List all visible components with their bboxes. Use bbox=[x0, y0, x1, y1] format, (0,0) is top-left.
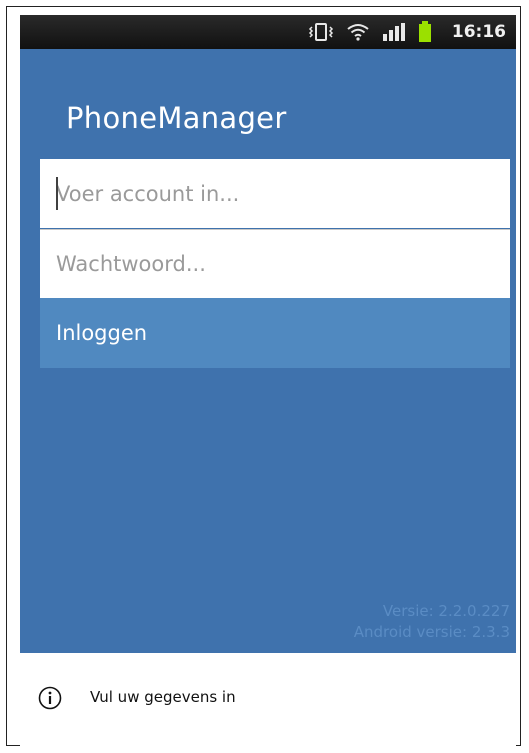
password-placeholder: Wachtwoord... bbox=[56, 252, 206, 276]
text-cursor bbox=[56, 177, 58, 210]
version-info: Versie: 2.2.0.227 Android versie: 2.3.3 bbox=[354, 601, 510, 643]
app-version: Versie: 2.2.0.227 bbox=[382, 602, 510, 620]
info-icon bbox=[38, 686, 62, 710]
account-placeholder: Voer account in... bbox=[56, 181, 240, 206]
app-title: PhoneManager bbox=[66, 101, 287, 135]
status-time: 16:16 bbox=[451, 22, 506, 42]
password-field[interactable]: Wachtwoord... bbox=[40, 229, 510, 298]
wifi-icon bbox=[346, 22, 370, 42]
info-bar: Vul uw gegevens in bbox=[20, 653, 516, 747]
phone-screen: 16:16 PhoneManager Voer account in... Wa… bbox=[20, 15, 516, 747]
status-bar: 16:16 bbox=[20, 15, 516, 49]
battery-icon bbox=[418, 21, 432, 43]
login-button[interactable]: Inloggen bbox=[40, 298, 510, 368]
signal-icon bbox=[382, 22, 406, 42]
vibrate-icon bbox=[308, 22, 334, 42]
android-version: Android versie: 2.3.3 bbox=[353, 623, 510, 641]
account-field[interactable]: Voer account in... bbox=[40, 159, 510, 228]
info-message: Vul uw gegevens in bbox=[90, 688, 236, 706]
login-panel: PhoneManager Voer account in... Wachtwoo… bbox=[20, 49, 516, 653]
